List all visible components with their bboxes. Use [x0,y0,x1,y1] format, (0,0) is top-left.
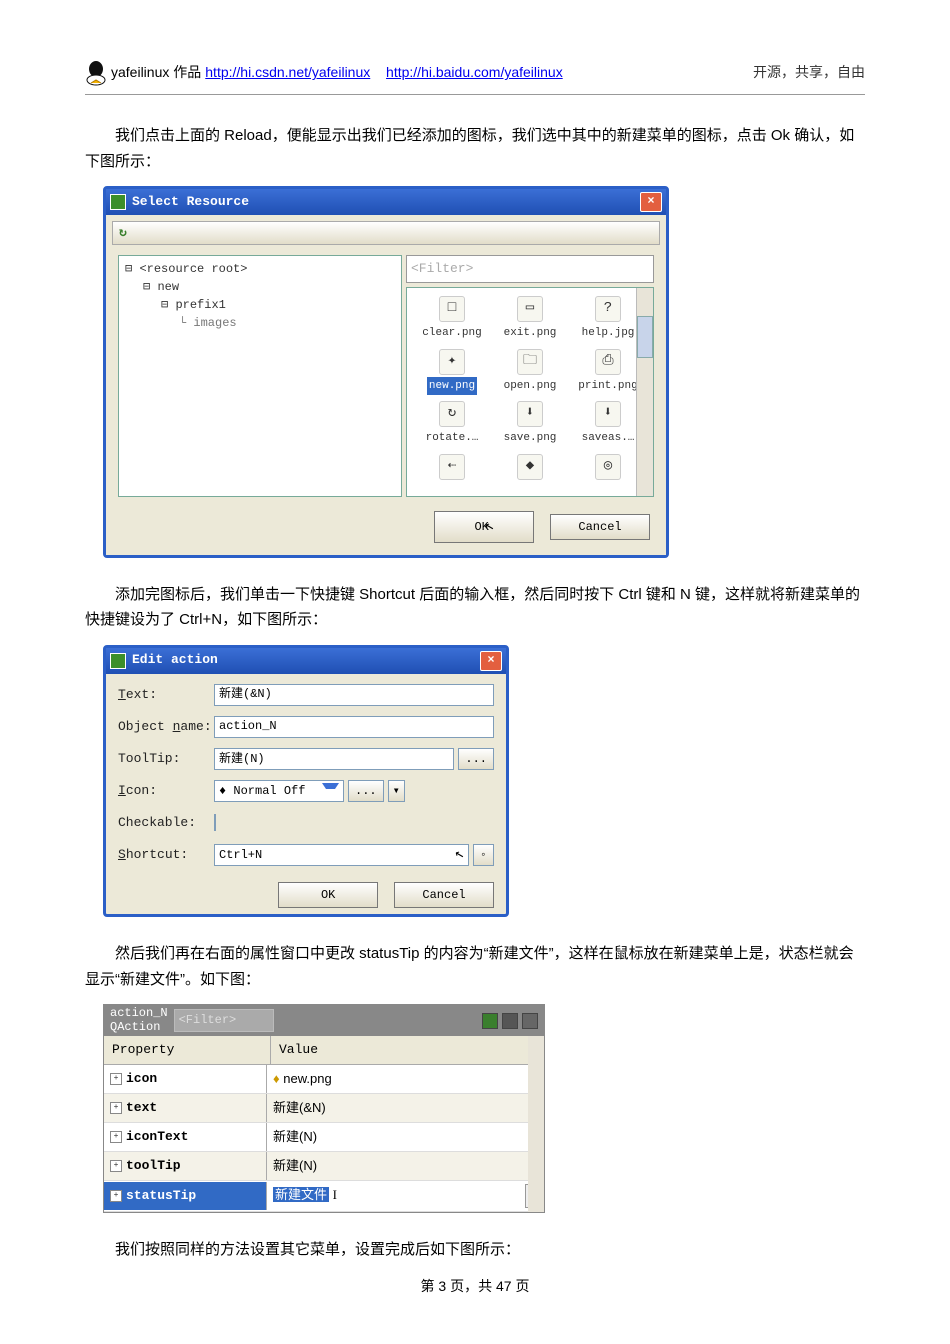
resource-tree[interactable]: ⊟ <resource root> ⊟ new ⊟ prefix1 └ imag… [118,255,402,497]
file-icon: ⬇ [595,401,621,427]
ok-button[interactable]: OK↖ [434,511,534,543]
expand-icon[interactable]: + [110,1102,122,1114]
slogan-text: 开源，共享，自由 [753,61,865,85]
tooltip-more-button[interactable]: ... [458,748,494,770]
table-row[interactable]: +icon♦ new.png [104,1065,544,1094]
scrollbar[interactable] [636,288,653,496]
file-icon: 🗀 [517,349,543,375]
file-icon: ? [595,296,621,322]
shortcut-input[interactable]: Ctrl+N↖ [214,844,469,866]
baidu-link[interactable]: http://hi.baidu.com/yafeilinux [386,61,563,85]
chevron-down-icon [322,783,339,798]
tooltip-input[interactable]: 新建(N) [214,748,454,770]
objectname-label: Object name: [118,716,214,738]
add-icon[interactable] [482,1013,498,1029]
csdn-link[interactable]: http://hi.csdn.net/yafeilinux [205,61,370,85]
shortcut-clear-button[interactable]: ◦ [473,844,494,866]
thumb-new.png[interactable]: ✦new.png [413,349,491,396]
table-header: Property Value [104,1036,544,1065]
icon-label: Icon: [118,780,214,802]
icon-dropdown-button[interactable]: ▾ [388,780,405,802]
page-header: yafeilinux 作品 http://hi.csdn.net/yafeili… [85,60,865,95]
property-editor: action_N QAction <Filter> Property Value… [103,1004,545,1213]
file-icon: ✦ [439,349,465,375]
titlebar: Edit action × [106,648,506,674]
cursor-icon: ↖ [482,513,497,540]
filter-input[interactable]: <Filter> [174,1009,274,1031]
table-row[interactable]: +toolTip新建(N) [104,1152,544,1181]
thumbnail-grid[interactable]: □clear.png▭exit.png?help.jpg✦new.png🗀ope… [406,287,654,497]
file-icon: ⎙ [595,349,621,375]
titlebar: Select Resource × [106,189,666,215]
tool-icon[interactable] [522,1013,538,1029]
paragraph-2: 添加完图标后，我们单击一下快捷键 Shortcut 后面的输入框，然后同时按下 … [85,582,865,633]
paragraph-4: 我们按照同样的方法设置其它菜单，设置完成后如下图所示： [85,1237,865,1263]
file-icon: ◆ [517,454,543,480]
expand-icon[interactable]: + [110,1160,122,1172]
close-icon[interactable]: × [480,651,502,671]
checkable-checkbox[interactable] [214,814,216,831]
edit-action-dialog: Edit action × Text: 新建(&N) Object name: … [103,645,509,918]
tux-logo-icon [85,60,107,86]
col-value: Value [271,1036,544,1064]
thumb-rotate.…[interactable]: ↻rotate.… [413,401,491,448]
expand-icon[interactable]: + [110,1073,122,1085]
col-property: Property [104,1036,271,1064]
file-icon: ◎ [595,454,621,480]
filter-input[interactable]: <Filter> [406,255,654,283]
expand-icon[interactable]: + [110,1190,122,1202]
cancel-button[interactable]: Cancel [394,882,494,908]
ok-button[interactable]: OK [278,882,378,908]
author-text: yafeilinux 作品 [111,61,201,85]
icon-select[interactable]: ♦ Normal Off [214,780,344,802]
scrollbar[interactable] [528,1036,544,1213]
close-icon[interactable]: × [640,192,662,212]
thumb-save.png[interactable]: ⬇save.png [491,401,569,448]
text-input[interactable]: 新建(&N) [214,684,494,706]
shortcut-label: Shortcut: [118,844,214,866]
reload-icon[interactable]: ↻ [119,222,127,244]
remove-icon[interactable] [502,1013,518,1029]
thumb-exit.png[interactable]: ▭exit.png [491,296,569,343]
thumb-item[interactable]: ◆ [491,454,569,482]
table-row[interactable]: +statusTip新建文件 I◦ [104,1181,544,1212]
table-row[interactable]: +text新建(&N) [104,1094,544,1123]
dialog-title: Select Resource [132,191,249,213]
dialog-title: Edit action [132,649,218,671]
app-icon [110,194,126,210]
thumb-clear.png[interactable]: □clear.png [413,296,491,343]
cancel-button[interactable]: Cancel [550,514,650,540]
file-icon: ⇠ [439,454,465,480]
object-name-text: action_N [110,1007,168,1020]
tooltip-label: ToolTip: [118,748,214,770]
object-class-text: QAction [110,1021,168,1034]
select-resource-dialog: Select Resource × ↻ ⊟ <resource root> ⊟ … [103,186,669,558]
thumb-open.png[interactable]: 🗀open.png [491,349,569,396]
file-icon: □ [439,296,465,322]
page-footer: 第 3 页，共 47 页 [85,1275,865,1299]
property-editor-header: action_N QAction <Filter> [104,1005,544,1035]
paragraph-3: 然后我们再在右面的属性窗口中更改 statusTip 的内容为“新建文件”，这样… [85,941,865,992]
objectname-input[interactable]: action_N [214,716,494,738]
expand-icon[interactable]: + [110,1131,122,1143]
thumb-item[interactable]: ⇠ [413,454,491,482]
app-icon [110,653,126,669]
text-label: Text: [118,684,214,706]
cursor-icon: ↖ [452,842,467,869]
file-icon: ↻ [439,401,465,427]
icon-more-button[interactable]: ... [348,780,384,802]
table-row[interactable]: +iconText新建(N) [104,1123,544,1152]
paragraph-1: 我们点击上面的 Reload，便能显示出我们已经添加的图标，我们选中其中的新建菜… [85,123,865,174]
toolbar: ↻ [112,221,660,245]
file-icon: ⬇ [517,401,543,427]
file-icon: ▭ [517,296,543,322]
checkable-label: Checkable: [118,812,214,834]
